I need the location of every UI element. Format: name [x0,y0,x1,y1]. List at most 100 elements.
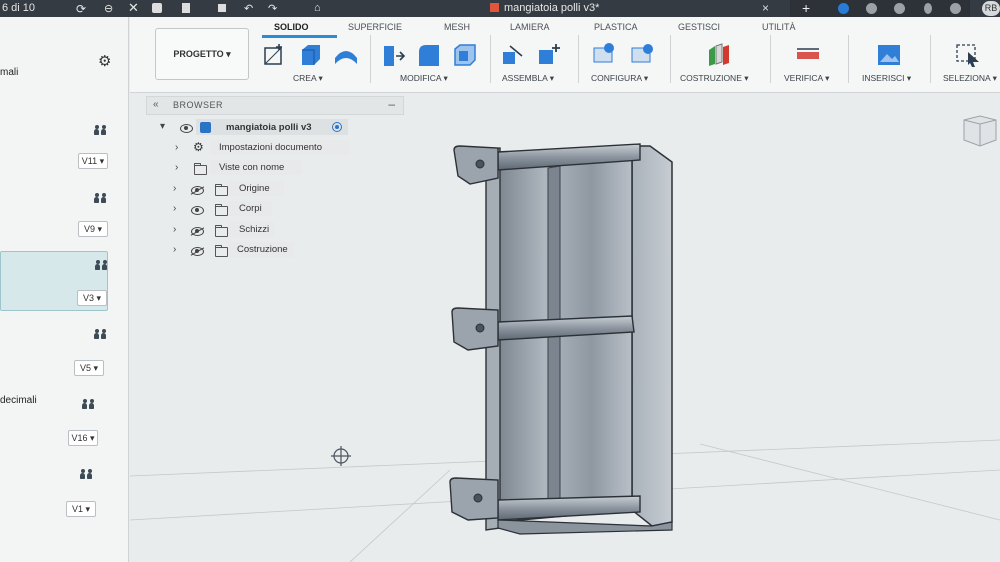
zoom-icon[interactable]: ⊖ [104,2,113,15]
save-icon[interactable] [218,4,226,12]
expand-arrow-icon[interactable]: › [173,244,176,255]
people-icon [82,399,96,409]
eye-icon[interactable] [180,124,193,133]
home-icon[interactable]: ⌂ [314,2,321,14]
grid-icon[interactable] [152,3,162,13]
version-badge[interactable]: V16 ▾ [68,430,98,446]
tree-item-corpi[interactable]: › Corpi [173,202,373,219]
eye-hidden-icon[interactable] [191,186,204,195]
gear-icon: ⚙ [193,140,204,154]
help-icon[interactable] [950,3,961,14]
expand-arrow-icon[interactable]: › [173,183,176,194]
folder-icon [215,204,228,216]
project-button[interactable]: PROGETTO ▾ [155,28,249,80]
measure-icon[interactable] [795,42,821,68]
version-badge[interactable]: V5 ▾ [74,360,104,376]
group-modifica[interactable]: MODIFICA ▾ [400,73,448,84]
eye-hidden-icon[interactable] [191,227,204,236]
configure-table-icon[interactable] [630,42,656,68]
parameters-icon[interactable] [592,42,618,68]
group-inserisci[interactable]: INSERISCI ▾ [862,73,911,84]
notifications-icon[interactable] [924,3,932,14]
people-icon [94,193,108,203]
expand-arrow-icon[interactable]: ▾ [160,121,165,132]
new-tab-button[interactable]: + [802,0,810,16]
eye-hidden-icon[interactable] [191,247,204,256]
version-badge[interactable]: V1 ▾ [66,501,96,517]
new-component-icon[interactable] [536,42,562,68]
clock-icon[interactable] [866,3,877,14]
minimize-browser-button[interactable]: – [388,97,395,111]
collapse-browser-icon[interactable]: « [153,99,159,110]
title-bar-right: + [790,0,970,17]
group-costruzione[interactable]: COSTRUZIONE ▾ [680,73,749,84]
browser-title: BROWSER [173,100,224,110]
expand-arrow-icon[interactable]: › [175,142,178,153]
list-item[interactable]: V1 ▾ [0,463,118,521]
version-badge[interactable]: V11 ▾ [78,153,108,169]
separator [670,35,671,83]
tree-root[interactable]: ▾ mangiatoia polli v3 [160,120,360,137]
list-item[interactable]: V9 ▾ [0,185,118,243]
gear-icon[interactable]: ⚙ [98,52,111,70]
tree-item-costruzione[interactable]: › Costruzione [173,243,373,260]
tab-gestisci[interactable]: GESTISCI [678,22,720,32]
refresh-icon[interactable]: ⟳ [76,2,86,16]
feeder-top-rod [497,143,641,171]
close-tool-icon[interactable]: ✕ [128,0,139,16]
group-verifica[interactable]: VERIFICA ▾ [784,73,829,84]
folder-icon [215,225,228,237]
expand-arrow-icon[interactable]: › [175,162,178,173]
separator [930,35,931,83]
separator [848,35,849,83]
mounting-tab-top [453,145,499,185]
group-configura[interactable]: CONFIGURA ▾ [591,73,648,84]
folder-icon [215,245,228,257]
expand-arrow-icon[interactable]: › [173,203,176,214]
mounting-tab-bottom [449,477,499,521]
tab-mesh[interactable]: MESH [444,22,470,32]
viewcube[interactable] [958,110,998,148]
browser-header[interactable]: « BROWSER – [146,96,404,115]
tree-item-impostazioni[interactable]: › ⚙ Impostazioni documento [175,140,375,158]
group-crea[interactable]: CREA ▾ [293,73,323,84]
version-badge[interactable]: V9 ▾ [78,221,108,237]
tab-solido[interactable]: SOLIDO [274,22,309,32]
insert-image-icon[interactable] [876,42,902,68]
tab-utilita[interactable]: UTILITÀ [762,22,796,32]
tab-superficie[interactable]: SUPERFICIE [348,22,402,32]
tab-lamiera[interactable]: LAMIERA [510,22,550,32]
list-item[interactable]: V11 ▾ [0,117,118,175]
redo-icon[interactable]: ↷ [268,2,277,15]
tree-item-origine[interactable]: › Origine [173,182,373,199]
group-assembla[interactable]: ASSEMBLA ▾ [502,73,554,84]
tree-item-schizzi[interactable]: › Schizzi [173,223,373,240]
create-sketch-icon[interactable] [262,42,288,68]
version-badge[interactable]: V3 ▾ [77,290,107,306]
file-icon[interactable] [182,3,190,13]
press-pull-icon[interactable] [380,42,406,68]
shell-icon[interactable] [452,42,478,68]
close-tab-button[interactable]: × [762,1,769,15]
tree-item-label: Viste con nome [219,162,285,173]
extrude-icon[interactable] [298,42,324,68]
undo-icon[interactable]: ↶ [244,2,253,15]
joint-icon[interactable] [500,42,526,68]
list-item[interactable]: V16 ▾ [0,393,118,451]
tab-plastica[interactable]: PLASTICA [594,22,638,32]
avatar[interactable]: RB [982,1,1000,16]
list-item[interactable]: V5 ▾ [0,323,118,381]
revolve-icon[interactable] [333,42,359,68]
tree-item-viste[interactable]: › Viste con nome [175,161,375,178]
eye-icon[interactable] [191,206,204,215]
extensions-icon[interactable] [894,3,905,14]
job-status-icon[interactable] [838,3,849,14]
expand-arrow-icon[interactable]: › [173,224,176,235]
document-tab[interactable]: mangiatoia polli v3* [490,2,599,14]
group-seleziona[interactable]: SELEZIONA ▾ [943,73,997,84]
activate-radio-icon[interactable] [332,122,342,132]
fillet-icon[interactable] [416,42,442,68]
select-icon[interactable] [955,42,981,68]
list-item-selected[interactable]: V3 ▾ [0,251,108,311]
construction-plane-icon[interactable] [705,42,731,68]
